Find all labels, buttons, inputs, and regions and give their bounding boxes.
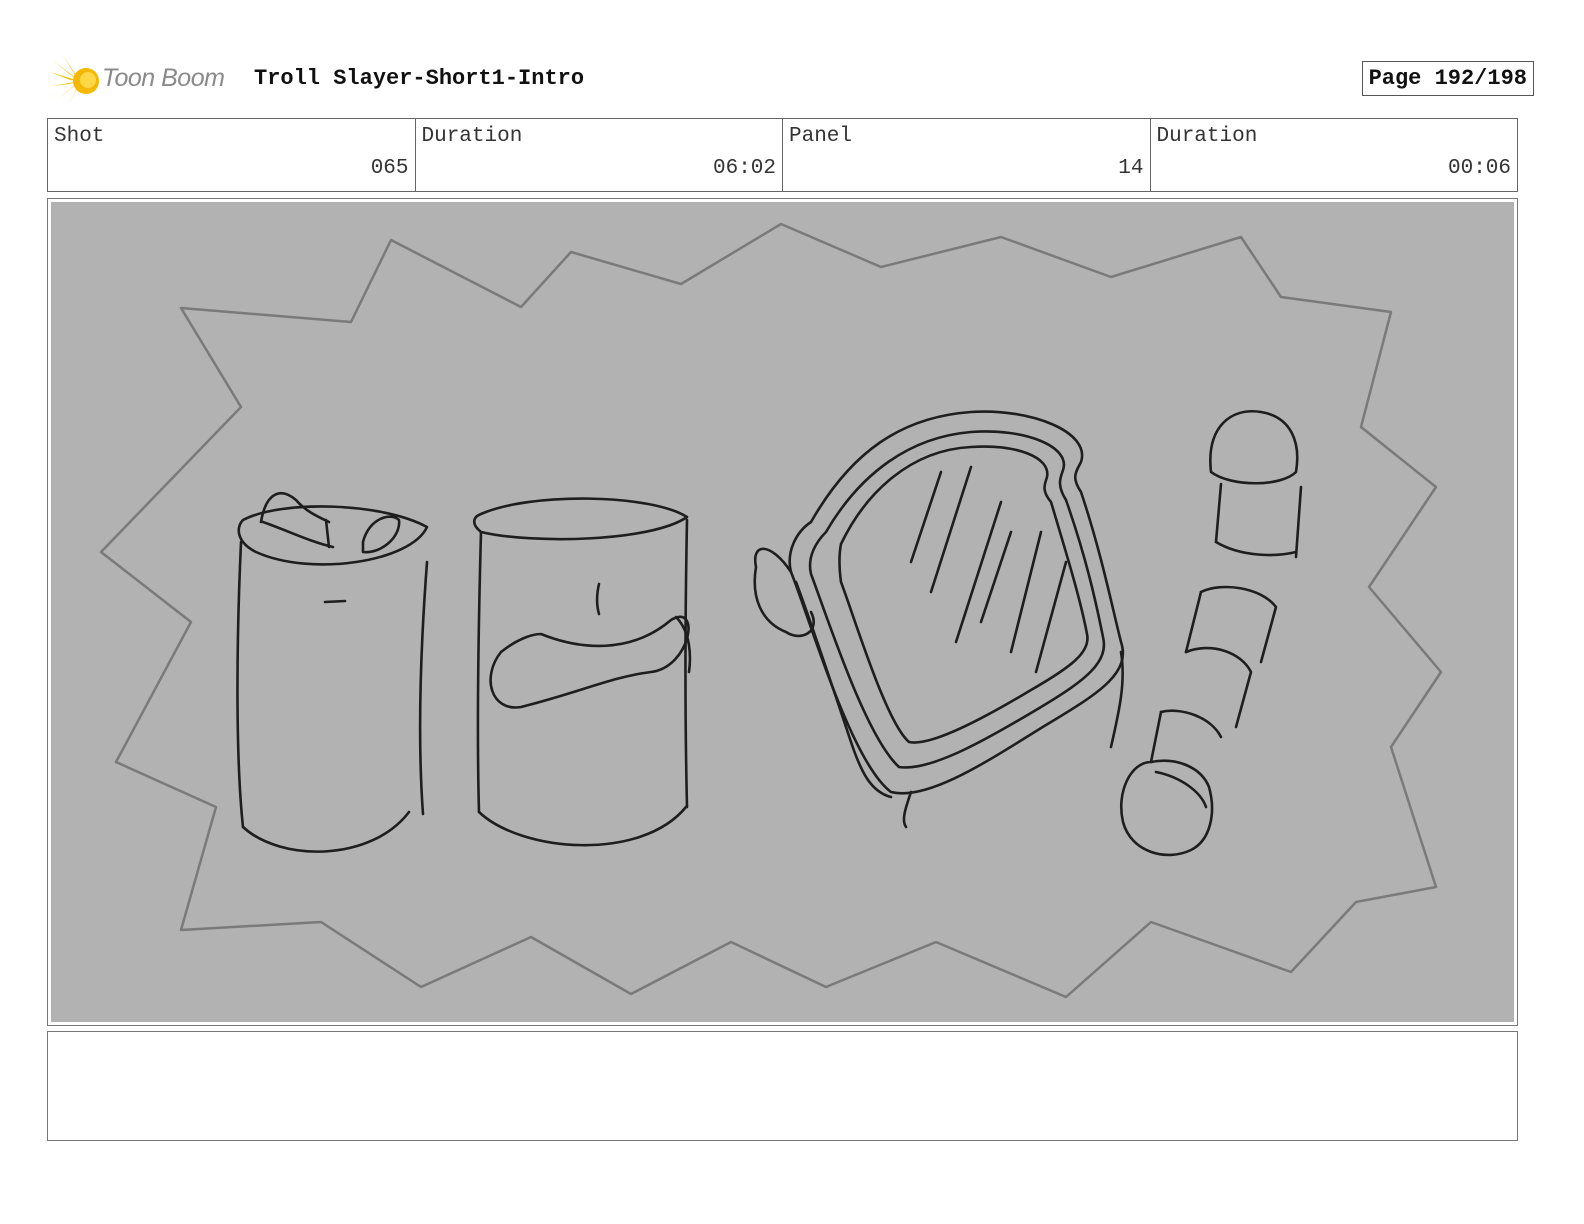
starburst-icon — [50, 54, 99, 106]
storyboard-panel-image — [51, 202, 1514, 1022]
project-title: Troll Slayer-Short1-Intro — [254, 66, 585, 91]
food-can-sketch — [472, 497, 692, 847]
panel-duration-value: 00:06 — [1447, 157, 1511, 180]
shot-duration-value: 06:02 — [712, 157, 776, 180]
panel-label: Panel — [789, 125, 853, 148]
panel-sketch — [99, 222, 1443, 999]
logo-text: Toon Boom — [102, 64, 225, 92]
shot-cell: Shot 065 — [48, 119, 416, 191]
page-number: Page 192/198 — [1361, 61, 1534, 96]
panel-notes-box — [47, 1031, 1518, 1141]
shot-info-table: Shot 065 Duration 06:02 Panel 14 Duratio… — [47, 118, 1518, 192]
shot-value: 065 — [370, 157, 409, 180]
sandwich-sketch — [753, 410, 1125, 829]
panel-duration-label: Duration — [1156, 125, 1258, 148]
sausage-sketch — [1120, 409, 1303, 857]
shot-duration-cell: Duration 06:02 — [416, 119, 783, 191]
shot-label: Shot — [54, 125, 105, 148]
panel-cell: Panel 14 — [783, 119, 1151, 191]
toon-boom-logo: Toon Boom — [50, 54, 250, 106]
panel-duration-cell: Duration 00:06 — [1151, 119, 1518, 191]
shot-duration-label: Duration — [421, 125, 523, 148]
soda-can-sketch — [236, 491, 429, 853]
storyboard-panel-frame — [47, 198, 1518, 1026]
burst-outline — [99, 222, 1443, 999]
header: Toon Boom Troll Slayer-Short1-Intro Page… — [50, 52, 1534, 108]
panel-value: 14 — [1118, 157, 1144, 180]
